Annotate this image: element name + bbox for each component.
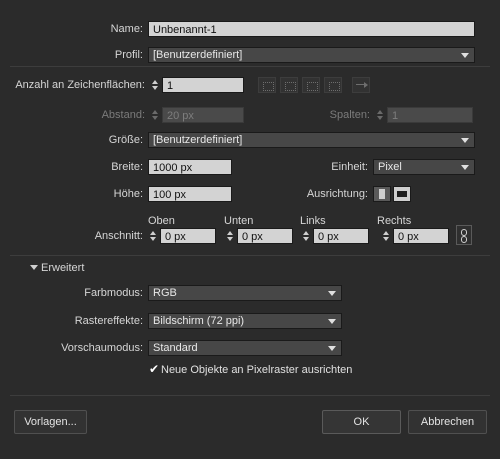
bleed-right-stepper[interactable] (380, 228, 392, 244)
bleed-top-label: Oben (148, 215, 175, 227)
grid-by-column-icon[interactable] (280, 77, 298, 93)
checkmark-icon[interactable]: ✔ (149, 363, 159, 375)
height-label: Höhe: (113, 188, 143, 200)
landscape-icon[interactable] (393, 186, 411, 202)
artboards-stepper[interactable] (149, 77, 161, 93)
bleed-left-label: Links (300, 215, 326, 227)
profile-select[interactable]: [Benutzerdefiniert] (148, 47, 475, 63)
columns-label: Spalten: (329, 109, 370, 121)
section-divider (10, 66, 490, 67)
raster-effects-label: Rastereffekte: (74, 315, 143, 327)
profile-value: [Benutzerdefiniert] (153, 49, 243, 61)
height-field[interactable]: 100 px (148, 186, 232, 202)
bleed-label: Anschnitt: (94, 230, 143, 242)
arrange-by-row-icon[interactable] (302, 77, 320, 93)
grid-by-row-icon[interactable] (258, 77, 276, 93)
color-mode-value: RGB (153, 287, 177, 299)
chevron-down-icon (461, 53, 469, 58)
bleed-bottom-field[interactable]: 0 px (237, 228, 293, 244)
link-icon[interactable] (456, 225, 472, 245)
section-divider (10, 255, 490, 256)
width-field[interactable]: 1000 px (148, 159, 232, 175)
ok-button[interactable]: OK (322, 410, 401, 434)
preview-mode-value: Standard (153, 342, 198, 354)
bleed-left-stepper[interactable] (300, 228, 312, 244)
pixel-grid-label[interactable]: Neue Objekte an Pixelraster ausrichten (161, 362, 352, 378)
color-mode-label: Farbmodus: (84, 287, 143, 299)
artboards-label: Anzahl an Zeichenflächen: (15, 79, 145, 91)
chevron-down-icon (328, 291, 336, 296)
width-label: Breite: (111, 161, 143, 173)
cancel-button[interactable]: Abbrechen (408, 410, 487, 434)
orientation-label: Ausrichtung: (306, 188, 368, 200)
bleed-top-field[interactable]: 0 px (160, 228, 216, 244)
spacing-label: Abstand: (101, 109, 145, 121)
artboards-field[interactable]: 1 (162, 77, 244, 93)
arrange-by-column-icon[interactable] (324, 77, 342, 93)
size-label: Größe: (108, 134, 143, 146)
name-label: Name: (110, 23, 143, 35)
unit-value: Pixel (378, 161, 402, 173)
profile-label: Profil: (114, 49, 143, 61)
columns-field[interactable]: 1 (387, 107, 473, 123)
bleed-bottom-stepper[interactable] (224, 228, 236, 244)
preview-mode-label: Vorschaumodus: (61, 342, 143, 354)
templates-button[interactable]: Vorlagen... (14, 410, 87, 434)
bleed-bottom-label: Unten (224, 215, 254, 227)
disclosure-triangle-icon[interactable] (30, 265, 38, 270)
section-divider (10, 395, 490, 396)
raster-effects-select[interactable]: Bildschirm (72 ppi) (148, 313, 342, 329)
unit-label: Einheit: (331, 161, 368, 173)
bleed-right-field[interactable]: 0 px (393, 228, 449, 244)
right-to-left-icon[interactable] (352, 77, 370, 93)
advanced-label[interactable]: Erweitert (41, 260, 84, 276)
bleed-top-stepper[interactable] (147, 228, 159, 244)
bleed-right-label: Rechts (377, 215, 412, 227)
raster-effects-value: Bildschirm (72 ppi) (153, 315, 245, 327)
bleed-left-field[interactable]: 0 px (313, 228, 369, 244)
chevron-down-icon (328, 346, 336, 351)
size-value: [Benutzerdefiniert] (153, 134, 243, 146)
columns-stepper[interactable] (374, 107, 386, 123)
size-select[interactable]: [Benutzerdefiniert] (148, 132, 475, 148)
chevron-down-icon (461, 165, 469, 170)
preview-mode-select[interactable]: Standard (148, 340, 342, 356)
chevron-down-icon (328, 319, 336, 324)
color-mode-select[interactable]: RGB (148, 285, 342, 301)
unit-select[interactable]: Pixel (373, 159, 475, 175)
chevron-down-icon (461, 138, 469, 143)
spacing-stepper[interactable] (149, 107, 161, 123)
portrait-icon[interactable] (373, 186, 391, 202)
spacing-field[interactable]: 20 px (162, 107, 244, 123)
name-field[interactable]: Unbenannt-1 (148, 21, 475, 37)
